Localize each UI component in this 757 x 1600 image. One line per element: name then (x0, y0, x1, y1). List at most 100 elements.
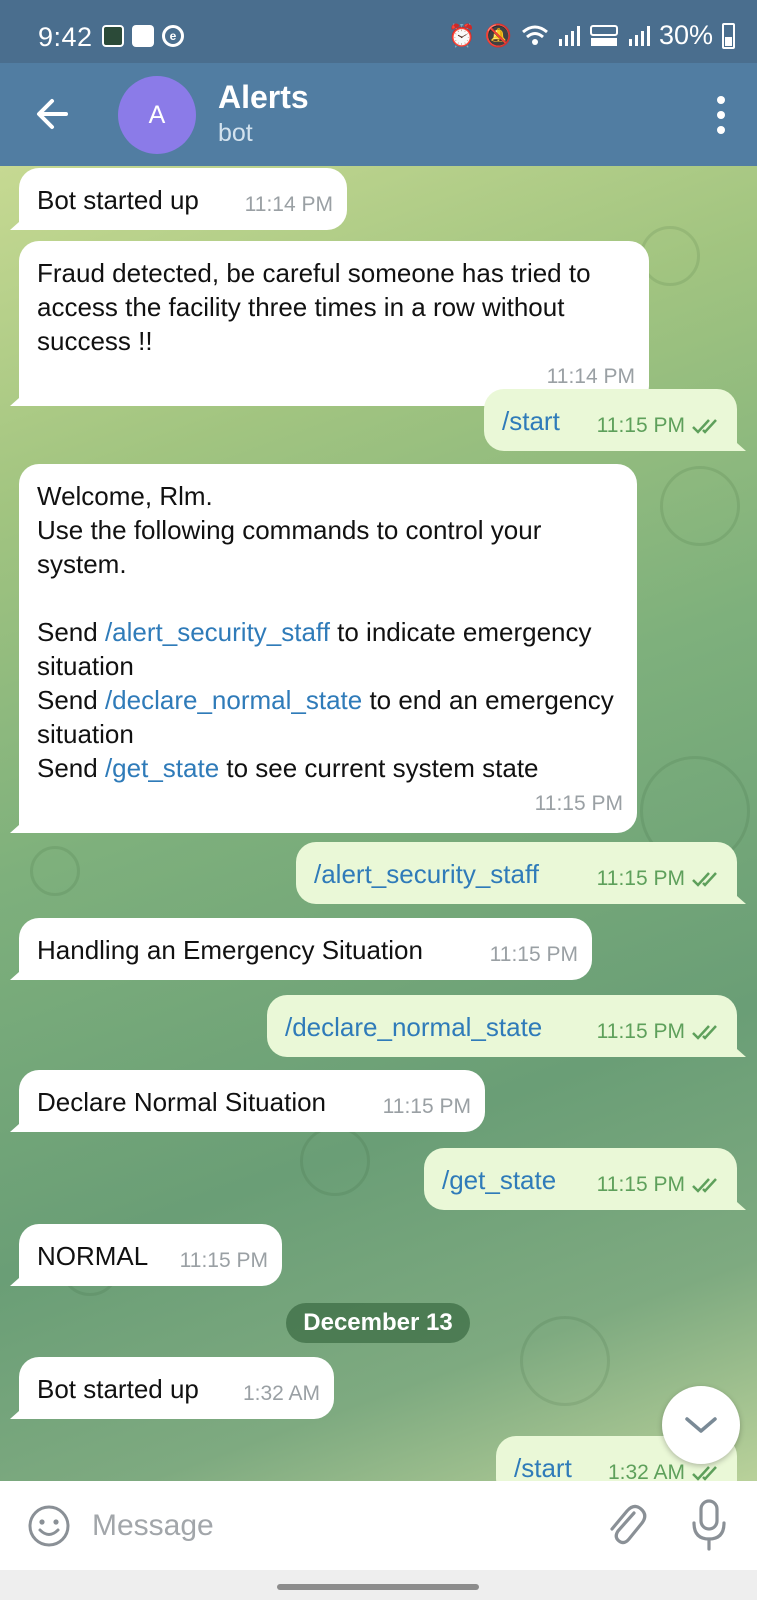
double-check-icon (692, 419, 717, 434)
wallpaper-doodle (300, 1126, 370, 1196)
message-time: 11:15 PM (597, 409, 723, 443)
alarm-icon: ⏰ (448, 22, 476, 48)
message-time: 11:15 PM (597, 862, 723, 896)
double-check-icon (692, 1466, 717, 1481)
message-bubble[interactable]: /alert_security_staff 11:15 PM (296, 842, 737, 904)
scroll-to-bottom-button[interactable] (662, 1386, 740, 1464)
time-label: 11:15 PM (596, 1020, 685, 1043)
command-link[interactable]: /alert_security_staff (314, 859, 539, 889)
time-label: 1:32 AM (242, 1382, 320, 1405)
message-time: 11:15 PM (597, 1015, 723, 1049)
arrow-left-icon (37, 99, 68, 129)
message-text: NORMAL (37, 1241, 149, 1271)
battery-icon (722, 22, 735, 49)
line-prefix: Send (37, 617, 105, 647)
message-bubble[interactable]: /get_state 11:15 PM (424, 1148, 737, 1210)
line-prefix: Send (37, 685, 105, 715)
message-time: 11:14 PM (245, 188, 333, 222)
command-link[interactable]: /get_state (105, 753, 219, 783)
e-icon: e (162, 25, 184, 47)
signal-icon (628, 25, 650, 46)
chat-header: A Alerts bot (0, 63, 757, 166)
message-bubble[interactable]: NORMAL 11:15 PM (19, 1224, 282, 1286)
dot (717, 96, 725, 104)
status-icons-left: e (102, 25, 184, 47)
time-label: 11:15 PM (489, 943, 578, 966)
app-notification-icon (102, 25, 124, 47)
status-bar: 9:42 e ⏰ 🔕 30% (0, 0, 757, 63)
volte-lte2-icon (589, 24, 618, 46)
command-link[interactable]: /alert_security_staff (105, 617, 330, 647)
emoji-button[interactable] (26, 1503, 72, 1549)
paperclip-icon (610, 1504, 647, 1545)
checkbox-icon (132, 25, 154, 47)
message-list[interactable]: Bot started up 11:14 PM Fraud detected, … (0, 166, 757, 1481)
voice-record-button[interactable] (690, 1497, 728, 1553)
message-bubble[interactable]: Declare Normal Situation 11:15 PM (19, 1070, 485, 1132)
command-link[interactable]: /start (514, 1453, 572, 1481)
double-check-icon (692, 872, 717, 887)
chat-subtitle: bot (218, 119, 253, 147)
message-text: Declare Normal Situation (37, 1087, 327, 1117)
message-bubble[interactable]: /start 11:15 PM (484, 389, 737, 451)
time-label: 11:15 PM (596, 867, 685, 890)
mute-icon: 🔕 (484, 22, 512, 48)
wallpaper-doodle (520, 1316, 610, 1406)
back-button[interactable] (30, 91, 76, 137)
time-label: 1:32 AM (607, 1461, 685, 1481)
message-text: Welcome, Rlm. Use the following commands… (37, 481, 542, 579)
system-nav-bar (0, 1570, 757, 1600)
message-time: 11:15 PM (490, 938, 578, 972)
battery-percent: 30% (658, 20, 713, 50)
message-time: 1:32 AM (243, 1377, 320, 1411)
chevron-down-icon (685, 1417, 717, 1433)
message-text: Bot started up (37, 185, 199, 215)
message-bubble[interactable]: Bot started up 11:14 PM (19, 168, 347, 230)
message-text: Fraud detected, be careful someone has t… (37, 258, 598, 356)
time-label: 11:15 PM (179, 1249, 268, 1272)
message-input[interactable] (92, 1501, 572, 1551)
time-label: 11:15 PM (596, 1173, 685, 1196)
message-text: Handling an Emergency Situation (37, 935, 423, 965)
command-line: Send /get_state to see current system st… (37, 751, 619, 785)
avatar[interactable]: A (118, 76, 196, 154)
command-link[interactable]: /start (502, 406, 560, 436)
message-bubble[interactable]: Welcome, Rlm. Use the following commands… (19, 464, 637, 833)
signal-icon (558, 25, 580, 46)
status-time: 9:42 (38, 22, 93, 52)
wifi-icon (521, 25, 548, 45)
chat-title[interactable]: Alerts (218, 79, 309, 116)
message-bubble[interactable]: Bot started up 1:32 AM (19, 1357, 334, 1419)
command-line: Send /declare_normal_state to end an eme… (37, 683, 619, 751)
wallpaper-doodle (30, 846, 80, 896)
time-label: 11:15 PM (382, 1095, 471, 1118)
message-composer (0, 1481, 757, 1570)
microphone-icon (692, 1499, 726, 1551)
message-time: 11:15 PM (534, 792, 623, 815)
attach-button[interactable] (604, 1501, 648, 1549)
message-bubble[interactable]: /declare_normal_state 11:15 PM (267, 995, 737, 1057)
message-text: Bot started up (37, 1374, 199, 1404)
home-gesture-handle[interactable] (277, 1584, 479, 1590)
wallpaper-doodle (660, 466, 740, 546)
command-link[interactable]: /get_state (442, 1165, 556, 1195)
more-options-button[interactable] (715, 96, 727, 134)
double-check-icon (692, 1025, 717, 1040)
time-label: 11:14 PM (244, 193, 333, 216)
message-time: 11:15 PM (383, 1090, 471, 1124)
double-check-icon (692, 1178, 717, 1193)
line-prefix: Send (37, 753, 105, 783)
smiley-icon (28, 1505, 70, 1547)
date-separator: December 13 (286, 1303, 470, 1343)
line-suffix: to see current system state (219, 753, 539, 783)
status-icons-right: ⏰ 🔕 30% (448, 20, 735, 51)
message-bubble[interactable]: Handling an Emergency Situation 11:15 PM (19, 918, 592, 980)
message-bubble[interactable]: Fraud detected, be careful someone has t… (19, 241, 649, 406)
message-time: 11:15 PM (597, 1168, 723, 1202)
wallpaper-doodle (640, 226, 700, 286)
dot (717, 126, 725, 134)
command-link[interactable]: /declare_normal_state (105, 685, 362, 715)
command-link[interactable]: /declare_normal_state (285, 1012, 542, 1042)
dot (717, 111, 725, 119)
